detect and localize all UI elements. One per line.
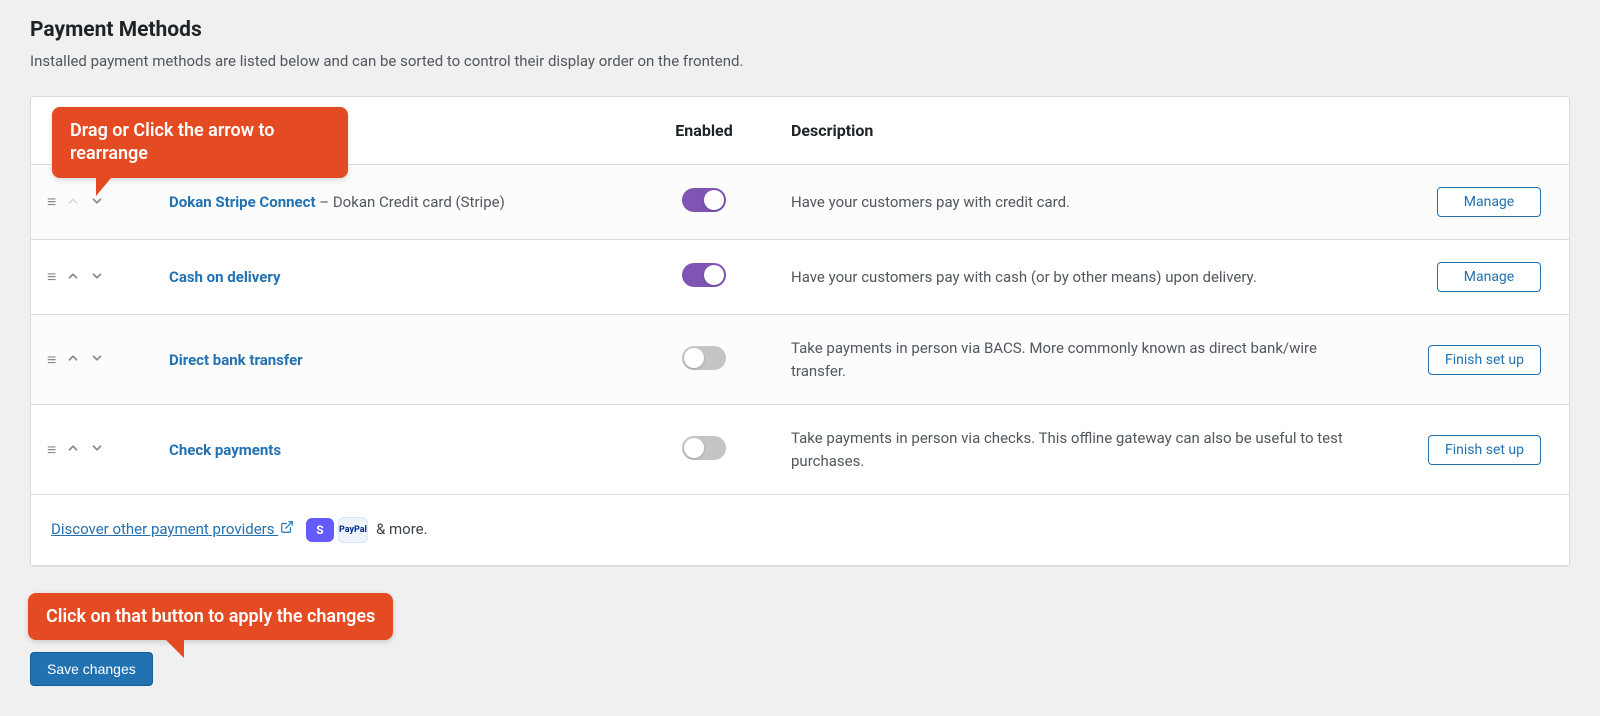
drag-handle-icon[interactable]: ≡ [47, 269, 56, 285]
description-cell: Take payments in person via BACS. More c… [775, 315, 1367, 405]
table-row: ≡ Cash on delivery Have your customers pay… [31, 240, 1569, 315]
enabled-cell [633, 240, 775, 315]
drag-handle-icon[interactable]: ≡ [47, 442, 56, 458]
method-cell: Direct bank transfer [153, 315, 633, 405]
toggle-knob-icon [684, 348, 704, 368]
callout-rearrange-text: Drag or Click the arrow to rearrange [70, 120, 274, 164]
method-suffix: – Dokan Credit card (Stripe) [316, 193, 505, 211]
column-enabled: Enabled [633, 97, 775, 165]
enabled-toggle[interactable] [682, 263, 726, 287]
manage-button[interactable]: Manage [1437, 187, 1541, 217]
move-down-icon[interactable] [90, 269, 104, 286]
method-link[interactable]: Dokan Stripe Connect [169, 193, 316, 211]
description-cell: Have your customers pay with cash (or by… [775, 240, 1367, 315]
enabled-cell [633, 315, 775, 405]
method-cell: Cash on delivery [153, 240, 633, 315]
finish-set-up-button[interactable]: Finish set up [1428, 435, 1541, 465]
method-link[interactable]: Direct bank transfer [169, 351, 303, 369]
toggle-knob-icon [704, 265, 724, 285]
drag-handle-icon[interactable]: ≡ [47, 194, 56, 210]
callout-pointer-icon [96, 178, 111, 196]
discover-more-text: & more. [376, 520, 428, 538]
toggle-knob-icon [704, 190, 724, 210]
enabled-cell [633, 405, 775, 495]
action-cell: Finish set up [1367, 405, 1569, 495]
stripe-badge-icon: S [306, 518, 334, 542]
action-cell: Manage [1367, 165, 1569, 240]
enabled-cell [633, 165, 775, 240]
sort-cell: ≡ [31, 405, 153, 495]
drag-handle-icon[interactable]: ≡ [47, 352, 56, 368]
move-down-icon[interactable] [90, 441, 104, 458]
toggle-knob-icon [684, 438, 704, 458]
table-row: ≡ Check payments Take payments in person v… [31, 405, 1569, 495]
action-cell: Manage [1367, 240, 1569, 315]
move-up-icon[interactable] [66, 441, 80, 458]
sort-cell: ≡ [31, 315, 153, 405]
column-description: Description [775, 97, 1367, 165]
move-up-icon[interactable] [66, 269, 80, 286]
discover-link[interactable]: Discover other payment providers [51, 520, 294, 538]
save-changes-button[interactable]: Save changes [30, 652, 153, 686]
callout-apply: Click on that button to apply the change… [28, 593, 393, 640]
move-up-icon [66, 194, 80, 211]
discover-row: Discover other payment providers SPayPal… [31, 495, 1569, 566]
table-row: ≡ Direct bank transfer Take payments in pe… [31, 315, 1569, 405]
sort-cell: ≡ [31, 240, 153, 315]
action-cell: Finish set up [1367, 315, 1569, 405]
enabled-toggle[interactable] [682, 346, 726, 370]
description-cell: Take payments in person via checks. This… [775, 405, 1367, 495]
enabled-toggle[interactable] [682, 436, 726, 460]
move-down-icon[interactable] [90, 351, 104, 368]
move-down-icon[interactable] [90, 194, 104, 211]
column-action [1367, 97, 1569, 165]
page-subtitle: Installed payment methods are listed bel… [30, 52, 1570, 70]
callout-rearrange: Drag or Click the arrow to rearrange [52, 107, 348, 178]
callout-pointer-icon [166, 640, 184, 658]
method-link[interactable]: Cash on delivery [169, 268, 281, 286]
page-title: Payment Methods [30, 18, 1570, 42]
finish-set-up-button[interactable]: Finish set up [1428, 345, 1541, 375]
method-cell: Check payments [153, 405, 633, 495]
paypal-badge-icon: PayPal [338, 517, 368, 543]
manage-button[interactable]: Manage [1437, 262, 1541, 292]
callout-apply-text: Click on that button to apply the change… [46, 606, 375, 627]
method-link[interactable]: Check payments [169, 441, 281, 459]
external-link-icon [280, 522, 294, 538]
enabled-toggle[interactable] [682, 188, 726, 212]
discover-cell: Discover other payment providers SPayPal… [31, 495, 1569, 566]
move-up-icon[interactable] [66, 351, 80, 368]
description-cell: Have your customers pay with credit card… [775, 165, 1367, 240]
